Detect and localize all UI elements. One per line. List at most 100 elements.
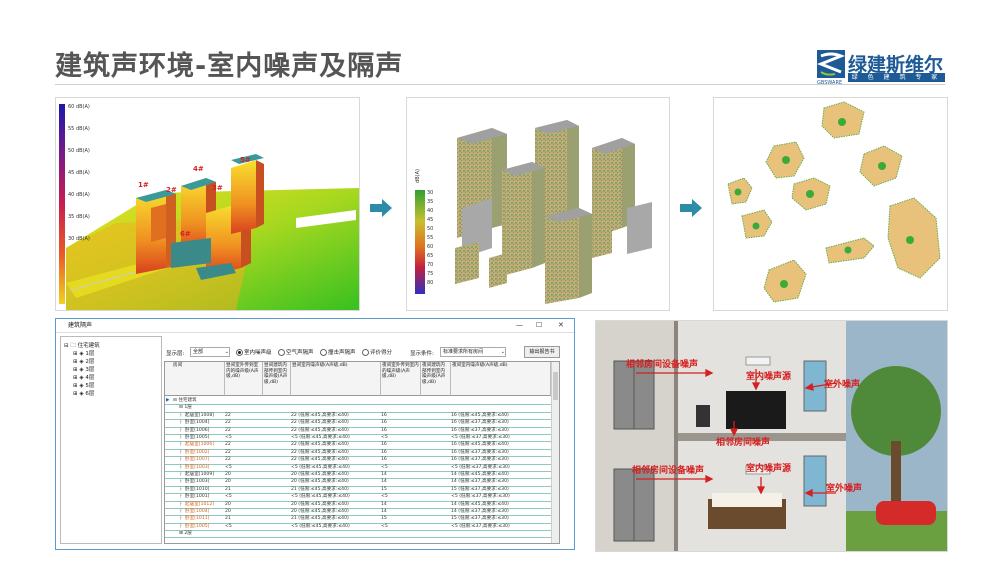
display-condition-select[interactable]: 标准要求所有房间 ⌄ [440, 347, 506, 357]
radio-evaluation-score[interactable]: 评价得分 [362, 348, 392, 356]
table-cell: 21 (低限:≤45,高要求:≤40) [291, 486, 349, 492]
table-cell: 卧室[1010] [185, 486, 210, 492]
table-cell [263, 515, 291, 522]
table-cell [421, 441, 451, 448]
close-button[interactable]: ✕ [558, 319, 564, 332]
table-cell: 20 (低限:≤45,高要求:≤40) [291, 479, 349, 485]
annotation-outdoor-noise: 室外噪声 [824, 380, 861, 390]
table-cell [263, 486, 291, 493]
logo-english: GBSWARE [817, 80, 843, 86]
arrow-right-icon [370, 199, 392, 217]
table-cell [421, 456, 451, 463]
table-cell: 21 [225, 486, 231, 492]
table-cell: 起居室[1012] [185, 501, 215, 507]
legend-label: 45 [427, 217, 434, 223]
building-plan-view [727, 101, 941, 303]
table-cell: 14 [381, 501, 387, 507]
table-cell: 20 [225, 501, 231, 507]
table-cell: 卧室[1001] [185, 494, 210, 500]
table-cell: 14 [381, 472, 387, 477]
legend-title: dB(A) [414, 169, 421, 183]
radio-indoor-noise[interactable]: 室内噪声级 [236, 348, 272, 356]
table-cell: <5 (低限:≤37,高要求:≤30) [451, 435, 510, 440]
table-cell: 15 [381, 516, 387, 522]
legend-label: 30 [427, 190, 434, 196]
tree-connector: ├ [179, 509, 182, 514]
table-cell: 22 [225, 449, 231, 455]
column-header[interactable]: 夜间室内噪声级(A声级,dB) [451, 362, 551, 396]
table-cell [263, 412, 291, 419]
legend-label: 55 dB(A) [68, 126, 90, 132]
tree-connector: ├ [179, 442, 182, 448]
display-floor-select[interactable]: 全部 ⌄ [190, 347, 230, 357]
table-cell [421, 464, 451, 471]
legend-label: 80 [427, 280, 434, 286]
export-report-button[interactable]: 输出报告书 [524, 346, 560, 358]
table-cell: 14 [381, 479, 387, 485]
table-cell: 16 [381, 420, 387, 426]
column-header[interactable]: 昼间建筑内部传到室内噪声级(A声级,dB) [263, 362, 291, 396]
table-cell: <5 [381, 435, 388, 440]
tree-connector: ├ [179, 435, 182, 440]
table-cell: 卧室[1004] [185, 509, 210, 514]
tree-item-floor[interactable]: ⊞ ◈ 3层 [73, 365, 94, 373]
table-cell [421, 434, 451, 441]
site-noise-map-panel: 60 dB(A) 55 dB(A) 50 dB(A) 45 dB(A) 40 d… [55, 97, 360, 311]
radio-impact-insulation[interactable]: 撞击声隔声 [320, 348, 356, 356]
column-header[interactable]: 昼间室内噪声级(A声级,dB) [291, 362, 381, 396]
arrow-right-icon [680, 199, 702, 217]
table-cell: <5 [381, 464, 388, 470]
column-header[interactable]: 房间 [165, 362, 225, 396]
building-label: 4# [193, 165, 204, 173]
column-header[interactable]: 昼间室外传到室内的噪声级(A声级,dB) [225, 362, 263, 396]
table-cell: 20 [225, 472, 231, 477]
building-label: 3# [212, 184, 223, 192]
annotation-indoor-noise-source: 室内噪声源 [746, 372, 792, 382]
table-cell [263, 434, 291, 441]
radio-airborne-insulation[interactable]: 空气声隔声 [278, 348, 314, 356]
column-header[interactable]: 夜间室外传到室内的噪声级(A声级,dB) [381, 362, 421, 396]
tree-item-floor[interactable]: ⊞ ◈ 6层 [73, 389, 94, 397]
table-cell: 15 (低限:≤37,高要求:≤30) [451, 516, 509, 522]
plan-view-panel [713, 97, 948, 311]
table-cell [421, 508, 451, 515]
tree-item-floor[interactable]: ⊞ ◈ 4层 [73, 373, 94, 381]
table-cell: 16 [381, 457, 387, 463]
building-label: 2# [166, 186, 177, 194]
table-cell: <5 (低限:≤45,高要求:≤40) [291, 464, 350, 470]
logo-mark-icon [817, 50, 845, 78]
table-cell: 16 (低限:≤37,高要求:≤30) [451, 449, 509, 455]
legend-label: 70 [427, 262, 434, 268]
tree-item-floor[interactable]: ⊞ ◈ 5层 [73, 381, 94, 389]
table-cell [421, 515, 451, 522]
table-cell [263, 427, 291, 434]
table-cell: 16 [381, 412, 387, 418]
table-cell: 22 [225, 457, 231, 463]
results-grid: 房间 昼间室外传到室内的噪声级(A声级,dB) 昼间建筑内部传到室内噪声级(A声… [164, 361, 560, 544]
scrollbar-thumb[interactable] [553, 372, 558, 400]
table-cell [263, 456, 291, 463]
minimize-button[interactable]: — [516, 319, 523, 332]
table-cell: <5 [225, 464, 232, 470]
table-cell [421, 427, 451, 434]
legend-label: 60 dB(A) [68, 104, 90, 110]
tree-item-floor[interactable]: ⊞ ◈ 1层 [73, 349, 94, 357]
window-titlebar: 建筑隔声 [56, 319, 574, 333]
legend-label: 50 dB(A) [68, 148, 90, 154]
table-cell: 22 (低限:≤45,高要求:≤40) [291, 420, 349, 426]
table-cell: <5 (低限:≤45,高要求:≤40) [291, 435, 350, 440]
tree-connector: ├ [179, 494, 182, 500]
maximize-button[interactable]: ☐ [536, 319, 542, 332]
table-cell: 14 [381, 509, 387, 514]
tree-connector: ├ [179, 464, 182, 470]
table-cell: 起居室[1008] [185, 412, 215, 418]
facade-noise-model [415, 120, 652, 304]
title-divider [55, 84, 945, 85]
table-cell: 16 (低限:≤45,高要求:≤40) [451, 442, 509, 448]
column-header[interactable]: 夜间建筑内部传到室内噪声级(A声级,dB) [421, 362, 451, 396]
vertical-scrollbar[interactable] [551, 362, 559, 543]
group-row[interactable]: ⊞ 2层 [165, 530, 557, 539]
tree-item-floor[interactable]: ⊞ ◈ 2层 [73, 357, 94, 365]
table-cell: 卧室[1002] [185, 449, 210, 455]
table-cell: 卧室[1003] [185, 479, 210, 485]
